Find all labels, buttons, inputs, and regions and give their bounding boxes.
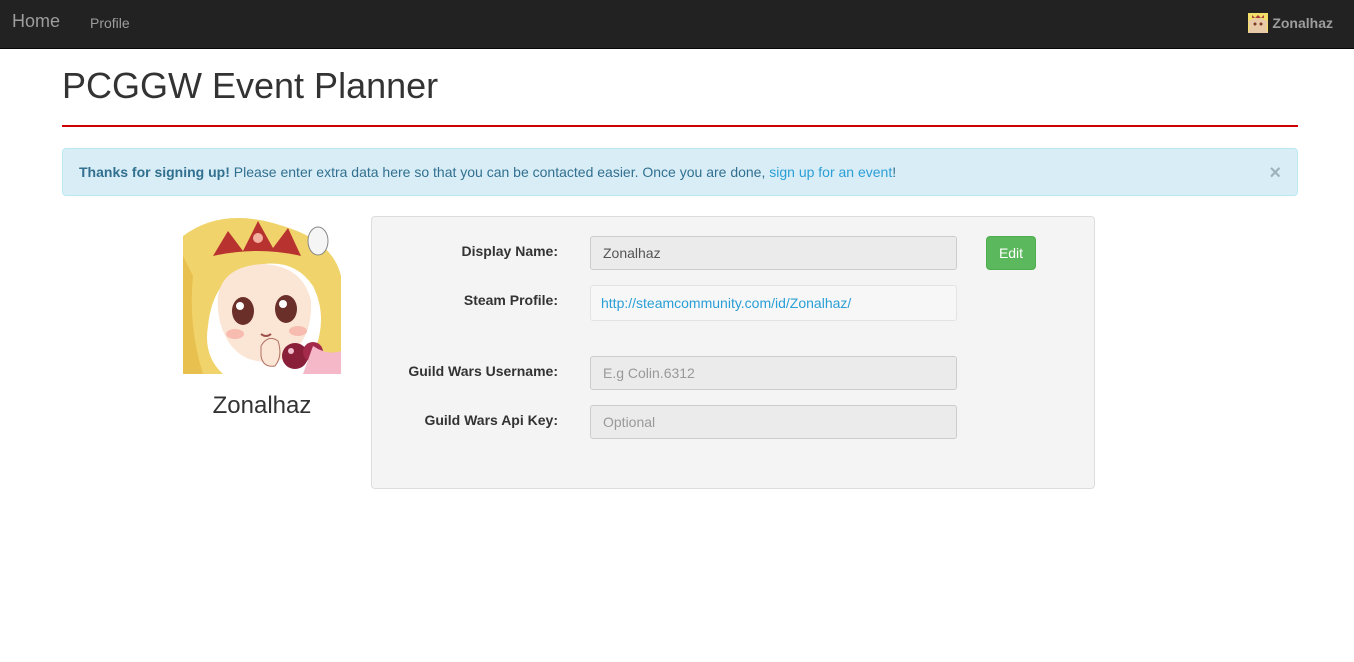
signup-alert: Thanks for signing up! Please enter extr… [62,148,1298,196]
user-menu[interactable]: Zonalhaz [1248,13,1333,33]
top-navbar: Home Profile Zonalhaz [0,0,1354,49]
signup-event-link[interactable]: sign up for an event [769,164,892,180]
user-name: Zonalhaz [1272,15,1333,31]
edit-button[interactable]: Edit [986,236,1036,270]
alert-text: Please enter extra data here so that you… [229,164,770,180]
display-name-label: Display Name: [461,243,558,259]
home-link[interactable]: Home [12,11,60,32]
nav-profile-link[interactable]: Profile [90,15,130,31]
profile-form-panel: Display Name: Edit Steam Profile: http:/… [371,216,1095,489]
steam-profile-field: http://steamcommunity.com/id/Zonalhaz/ [590,285,957,321]
user-avatar-icon [1248,13,1269,33]
close-icon[interactable]: × [1269,163,1281,183]
title-divider [62,125,1298,127]
steam-profile-label: Steam Profile: [463,292,558,308]
alert-suffix: ! [892,164,897,180]
gw-username-field[interactable] [590,356,957,390]
display-name-field[interactable] [590,236,957,270]
profile-name: Zonalhaz [212,392,312,419]
gw-api-key-label: Guild Wars Api Key: [424,412,558,428]
profile-avatar [183,216,341,374]
steam-profile-link[interactable]: http://steamcommunity.com/id/Zonalhaz/ [601,295,851,311]
gw-username-label: Guild Wars Username: [408,363,558,379]
page-title: PCGGW Event Planner [62,65,439,106]
gw-api-key-field[interactable] [590,405,957,439]
alert-strong-text: Thanks for signing up! [79,164,230,180]
